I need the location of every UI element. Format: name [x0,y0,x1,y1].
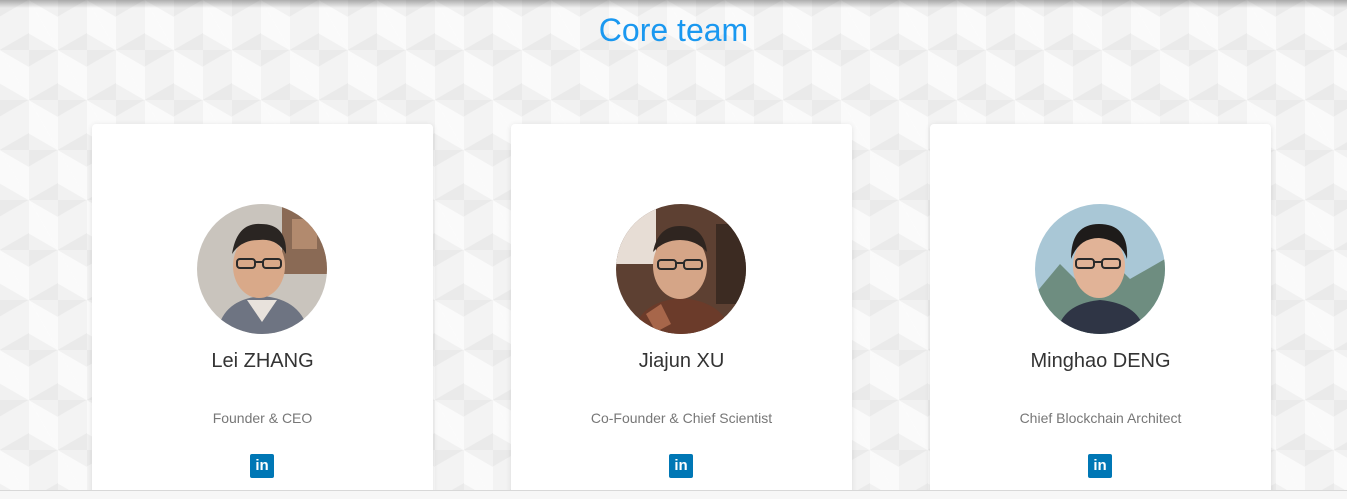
avatar [197,204,327,334]
linkedin-icon[interactable]: in [669,454,693,478]
linkedin-icon[interactable]: in [250,454,274,478]
member-role: Chief Blockchain Architect [1019,410,1182,426]
member-name: Minghao DENG [1030,350,1171,372]
member-name: Jiajun XU [638,350,725,372]
team-member-card: Minghao DENG Chief Blockchain Architect … [930,124,1271,499]
linkedin-icon[interactable]: in [1088,454,1112,478]
avatar [616,204,746,334]
member-role: Founder & CEO [212,410,313,426]
header-shadow [0,0,1347,8]
section-title: Core team [598,12,749,48]
member-role: Co-Founder & Chief Scientist [590,410,773,426]
member-name: Lei ZHANG [211,350,314,372]
avatar [1035,204,1165,334]
team-member-card: Jiajun XU Co-Founder & Chief Scientist i… [511,124,852,499]
team-member-card: Lei ZHANG Founder & CEO in [92,124,433,499]
bottom-bar [0,490,1347,499]
